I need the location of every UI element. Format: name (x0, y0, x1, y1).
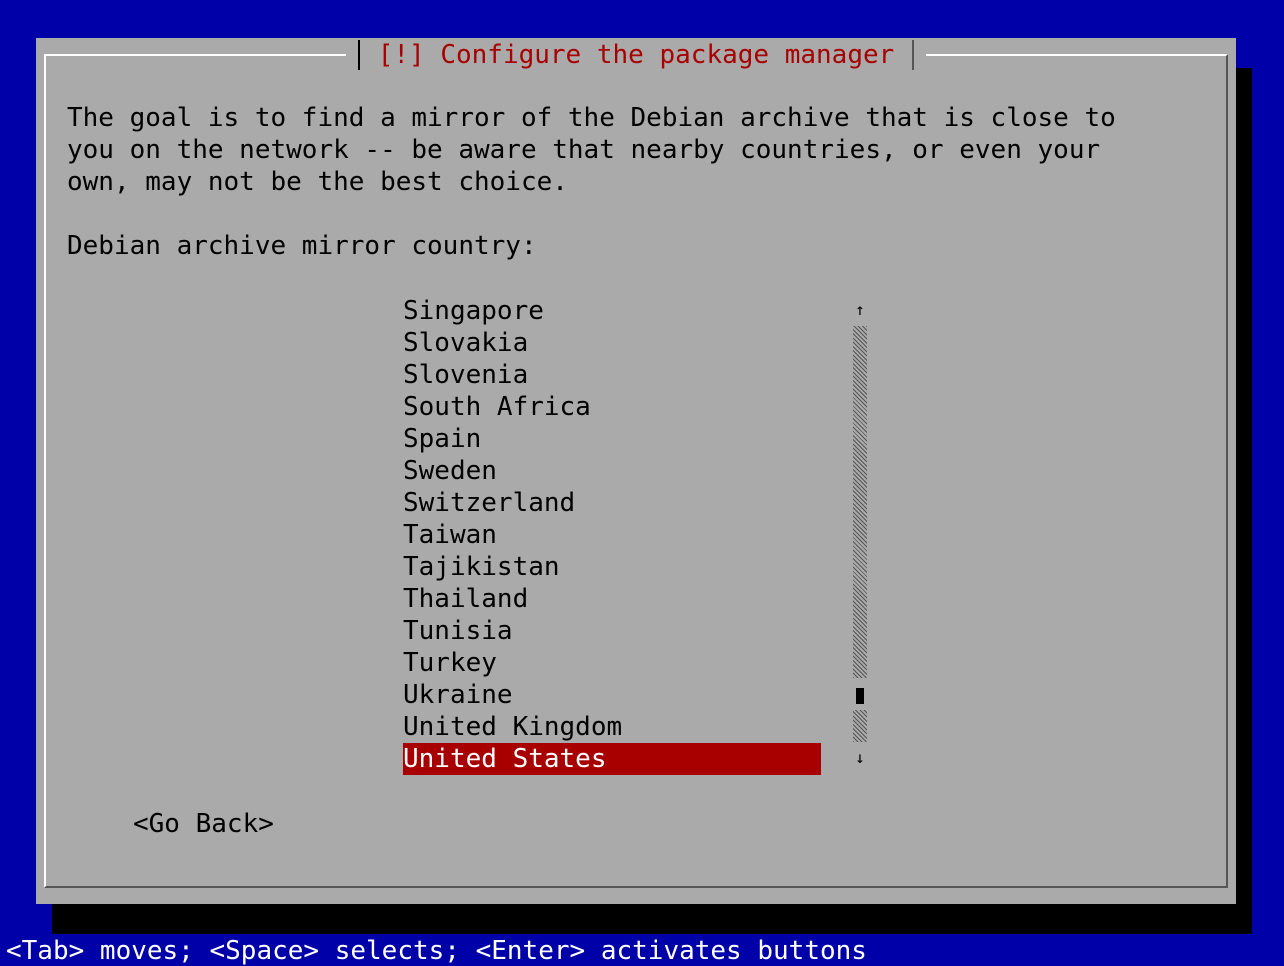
keyboard-help-status-bar: <Tab> moves; <Space> selects; <Enter> ac… (6, 936, 867, 966)
country-list-item[interactable]: Turkey (403, 647, 821, 679)
country-list-item[interactable]: Thailand (403, 583, 821, 615)
go-back-button[interactable]: <Go Back> (133, 808, 274, 840)
country-list-item[interactable]: Switzerland (403, 487, 821, 519)
scroll-down-arrow-icon[interactable]: ↓ (850, 748, 870, 768)
dialog-title-bar: [!] Configure the package manager (346, 38, 926, 72)
dialog-description: The goal is to find a mirror of the Debi… (67, 103, 1116, 197)
country-list[interactable]: Singapore Slovakia Slovenia South Africa Spa… (403, 295, 821, 775)
country-list-item[interactable]: Singapore (403, 295, 821, 327)
scroll-thumb[interactable] (856, 688, 864, 704)
scroll-track-upper[interactable] (853, 326, 867, 678)
country-list-item[interactable]: Ukraine (403, 679, 821, 711)
country-list-item[interactable]: Tajikistan (403, 551, 821, 583)
dialog-title: [!] Configure the package manager (377, 40, 895, 70)
scroll-track-lower[interactable] (853, 710, 867, 742)
scroll-up-arrow-icon[interactable]: ↑ (850, 300, 870, 320)
title-right-divider (912, 40, 915, 70)
country-list-item[interactable]: Sweden (403, 455, 821, 487)
country-list-item[interactable]: Slovenia (403, 359, 821, 391)
country-list-item[interactable]: Spain (403, 423, 821, 455)
mirror-country-prompt: Debian archive mirror country: (67, 231, 537, 261)
title-left-divider (357, 40, 360, 70)
country-list-item[interactable]: Taiwan (403, 519, 821, 551)
country-list-item[interactable]: Tunisia (403, 615, 821, 647)
country-list-item[interactable]: South Africa (403, 391, 821, 423)
country-list-item[interactable]: Slovakia (403, 327, 821, 359)
country-list-item[interactable]: United Kingdom (403, 711, 821, 743)
country-list-item-selected[interactable]: United States (403, 743, 821, 775)
country-list-scrollbar[interactable]: ↑ ↓ (850, 300, 870, 770)
